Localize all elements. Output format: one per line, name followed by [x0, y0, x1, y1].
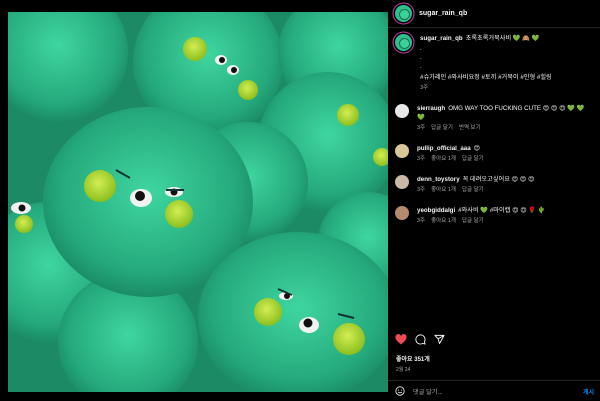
caption-dot-3: . [420, 64, 422, 70]
caption: sugar_rain_qb 초록초록거북사비 💚 🙈 💚 . . . #슈가레인 … [395, 34, 593, 93]
post-photo[interactable] [8, 12, 388, 392]
comment-item: pullip_official_aaa 😍 3주 좋아요 1개 답글 달기 [395, 144, 593, 164]
comment-time: 3주 [417, 218, 426, 224]
author-username[interactable]: sugar_rain_qb [419, 10, 467, 17]
comment-input[interactable]: 댓글 달기... [413, 387, 443, 396]
comment-likes[interactable]: 좋아요 1개 [431, 187, 456, 193]
caption-text: 초록초록거북사비 💚 🙈 💚 [465, 35, 540, 42]
caption-avatar[interactable] [395, 34, 412, 51]
commenter-avatar[interactable] [395, 175, 409, 189]
comment-time: 3주 [417, 187, 426, 193]
share-icon[interactable] [434, 334, 445, 345]
commenter-avatar[interactable] [395, 206, 409, 220]
emoji-icon[interactable] [395, 386, 405, 396]
reply-button[interactable]: 답글 달기 [462, 187, 484, 193]
comment-icon[interactable] [415, 334, 426, 345]
commenter-avatar[interactable] [395, 144, 409, 158]
comment-text: #와사비 💚 #마이캡 😍 😍 🌹 🌵 [458, 207, 546, 214]
commenter-avatar[interactable] [395, 104, 409, 118]
caption-dot-2: . [420, 55, 422, 61]
comment-time: 3주 [417, 156, 426, 162]
post-date: 2월 24 [396, 367, 411, 373]
translate-button[interactable]: 번역 보기 [459, 125, 481, 131]
caption-hashtags[interactable]: #슈가레인 #와사비요정 #토끼 #거북이 #인형 #힐링 [420, 73, 593, 82]
reply-button[interactable]: 답글 달기 [462, 156, 484, 162]
comment-item: denn_toystory 꼭 데려오고싶어요 😍 😍 😍 3주 좋아요 1개 답글 … [395, 175, 593, 195]
comment-item: sierraugh OMG WAY TOO FUCKING CUTE 😍 😍 😍 … [395, 104, 593, 133]
caption-username[interactable]: sugar_rain_qb [420, 35, 463, 42]
commenter-username[interactable]: denn_toystory [417, 176, 460, 183]
post-comment-button[interactable]: 게시 [583, 387, 594, 396]
comment-item: yeobgiddalgi #와사비 💚 #마이캡 😍 😍 🌹 🌵 3주 좋아요 1개… [395, 206, 593, 226]
commenter-username[interactable]: pullip_official_aaa [417, 145, 471, 152]
commenter-username[interactable]: yeobgiddalgi [417, 207, 455, 214]
comment-time: 3주 [417, 125, 426, 131]
comments-list: sugar_rain_qb 초록초록거북사비 💚 🙈 💚 . . . #슈가레인 … [388, 28, 600, 226]
add-comment-bar: 댓글 달기... 게시 [388, 380, 600, 401]
reply-button[interactable]: 답글 달기 [431, 125, 453, 131]
caption-dot-1: . [420, 46, 422, 52]
caption-time: 3주 [420, 85, 429, 91]
comment-likes[interactable]: 좋아요 1개 [431, 218, 456, 224]
plush-toys-image [8, 12, 388, 392]
post-actions [395, 334, 445, 345]
reply-button[interactable]: 답글 달기 [462, 218, 484, 224]
comment-text: 😍 [473, 145, 481, 152]
heart-icon[interactable] [395, 334, 407, 345]
like-count[interactable]: 좋아요 351개 [396, 354, 430, 363]
post-header: sugar_rain_qb [388, 0, 600, 28]
comment-text: 꼭 데려오고싶어요 😍 😍 😍 [462, 176, 535, 183]
commenter-username[interactable]: sierraugh [417, 105, 445, 112]
author-avatar[interactable] [395, 5, 412, 22]
comment-likes[interactable]: 좋아요 1개 [431, 156, 456, 162]
